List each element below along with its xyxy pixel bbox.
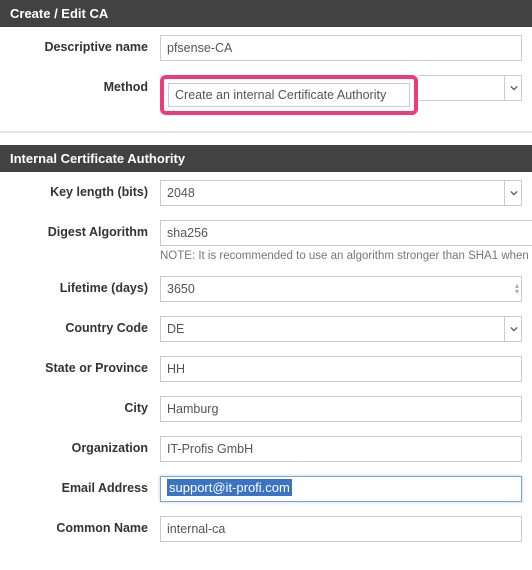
- panel-header-create-edit: Create / Edit CA: [0, 0, 532, 27]
- row-email: Email Address support@it-profi.com: [0, 476, 532, 502]
- country-code-select[interactable]: DE: [160, 316, 522, 342]
- email-selected-text: support@it-profi.com: [167, 479, 292, 496]
- row-common-name: Common Name: [0, 516, 532, 542]
- row-key-length: Key length (bits) 2048: [0, 180, 532, 206]
- method-select[interactable]: Create an internal Certificate Authority: [168, 83, 410, 107]
- city-input[interactable]: [160, 396, 522, 422]
- label-organization: Organization: [0, 436, 160, 455]
- row-descriptive-name: Descriptive name: [0, 35, 532, 61]
- row-lifetime: Lifetime (days) ▴▾: [0, 276, 532, 302]
- row-organization: Organization: [0, 436, 532, 462]
- row-state: State or Province: [0, 356, 532, 382]
- organization-input[interactable]: [160, 436, 522, 462]
- email-input[interactable]: support@it-profi.com: [160, 476, 522, 502]
- state-input[interactable]: [160, 356, 522, 382]
- label-method: Method: [0, 75, 160, 94]
- descriptive-name-input[interactable]: [160, 35, 522, 61]
- row-method: Method Create an internal Certificate Au…: [0, 75, 532, 115]
- common-name-input[interactable]: [160, 516, 522, 542]
- label-lifetime: Lifetime (days): [0, 276, 160, 295]
- label-country-code: Country Code: [0, 316, 160, 335]
- method-select-ext[interactable]: [418, 75, 522, 101]
- label-common-name: Common Name: [0, 516, 160, 535]
- create-edit-ca-panel: Create / Edit CA Descriptive name Method…: [0, 0, 532, 133]
- method-highlight: Create an internal Certificate Authority: [160, 75, 418, 115]
- label-city: City: [0, 396, 160, 415]
- row-digest-algorithm: Digest Algorithm sha256 NOTE: It is reco…: [0, 220, 532, 262]
- row-country-code: Country Code DE: [0, 316, 532, 342]
- label-key-length: Key length (bits): [0, 180, 160, 199]
- label-descriptive-name: Descriptive name: [0, 35, 160, 54]
- internal-ca-panel: Internal Certificate Authority Key lengt…: [0, 145, 532, 558]
- digest-note: NOTE: It is recommended to use an algori…: [160, 250, 532, 262]
- panel-header-internal-ca: Internal Certificate Authority: [0, 145, 532, 172]
- number-spinner-icon: ▴▾: [515, 283, 518, 295]
- label-state: State or Province: [0, 356, 160, 375]
- lifetime-input[interactable]: [160, 276, 522, 302]
- key-length-select[interactable]: 2048: [160, 180, 522, 206]
- label-email: Email Address: [0, 476, 160, 495]
- row-city: City: [0, 396, 532, 422]
- digest-algorithm-select[interactable]: sha256: [160, 220, 532, 246]
- label-digest-algorithm: Digest Algorithm: [0, 220, 160, 239]
